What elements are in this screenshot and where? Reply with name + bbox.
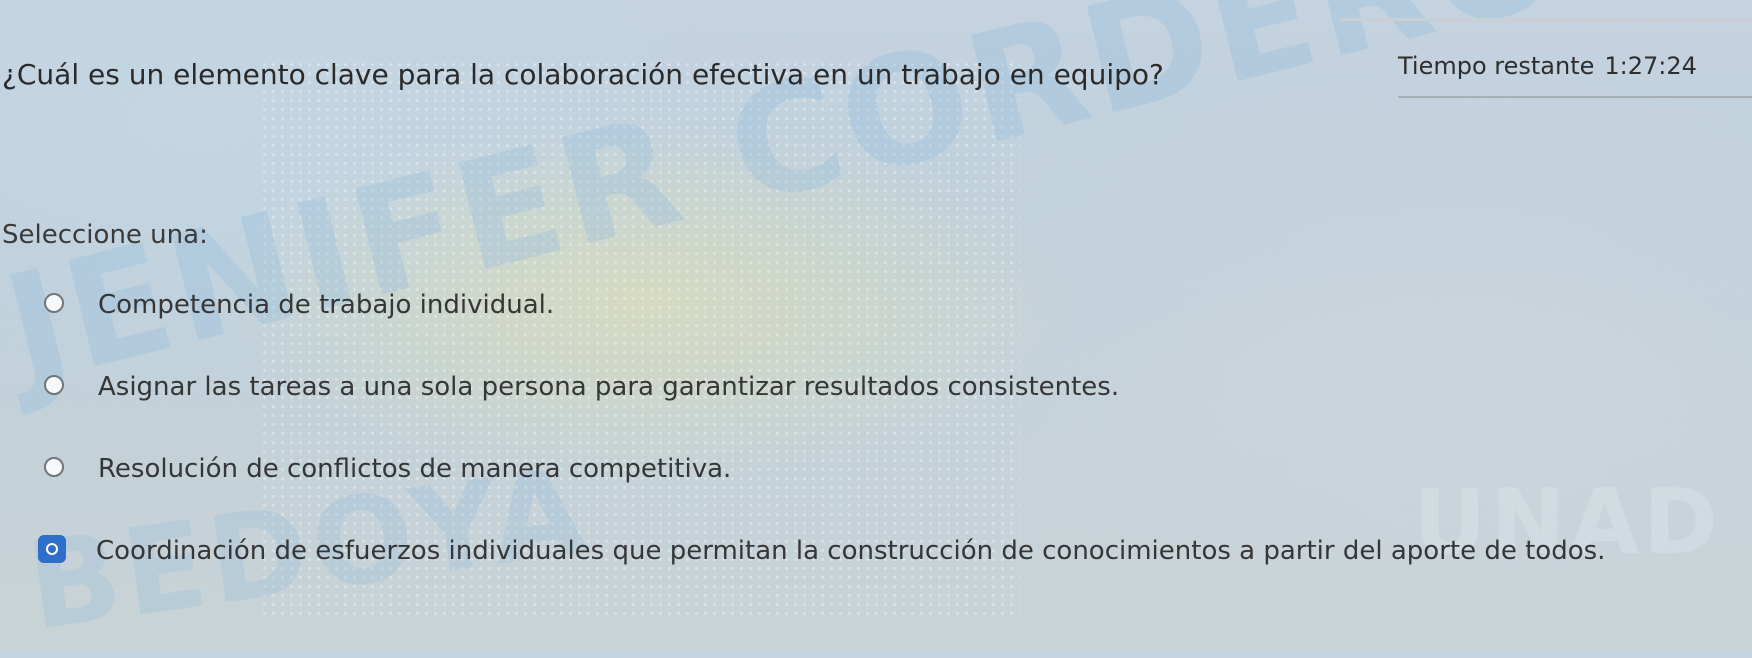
option-label[interactable]: Resolución de conflictos de manera compe… — [98, 448, 731, 490]
timer-value: 1:27:24 — [1604, 52, 1697, 80]
radio-button[interactable] — [44, 457, 64, 477]
question-text: ¿Cuál es un elemento clave para la colab… — [2, 58, 1164, 91]
radio-button[interactable] — [44, 293, 64, 313]
option-label[interactable]: Asignar las tareas a una sola persona pa… — [98, 366, 1119, 408]
radio-button-selected[interactable] — [38, 535, 66, 563]
answer-option-3[interactable]: Resolución de conflictos de manera compe… — [44, 448, 1734, 490]
option-label[interactable]: Competencia de trabajo individual. — [98, 284, 554, 326]
answer-options: Competencia de trabajo individual. Asign… — [38, 284, 1734, 612]
select-prompt: Seleccione una: — [2, 220, 208, 250]
answer-option-4[interactable]: Coordinación de esfuerzos individuales q… — [38, 530, 1734, 572]
option-label[interactable]: Coordinación de esfuerzos individuales q… — [96, 530, 1605, 572]
timer-box: Tiempo restante 1:27:24 — [1398, 36, 1752, 98]
answer-option-2[interactable]: Asignar las tareas a una sola persona pa… — [44, 366, 1734, 408]
radio-button[interactable] — [44, 375, 64, 395]
answer-option-1[interactable]: Competencia de trabajo individual. — [44, 284, 1734, 326]
top-divider — [1340, 18, 1752, 21]
timer-label: Tiempo restante — [1398, 52, 1595, 80]
